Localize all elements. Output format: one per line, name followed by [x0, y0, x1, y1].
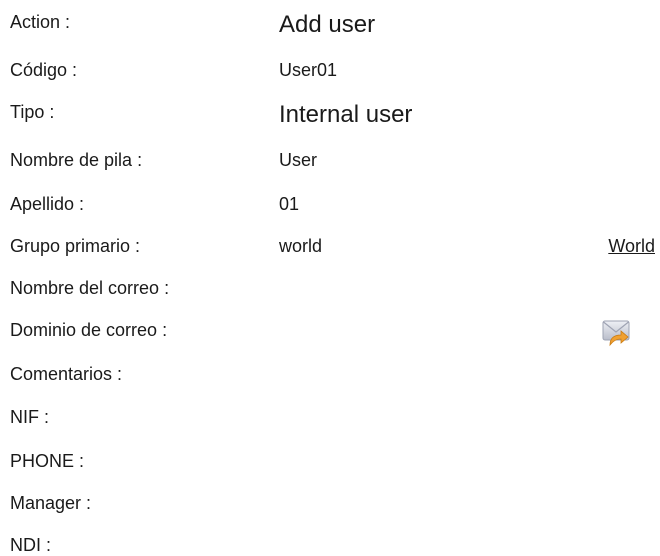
- codigo-label: Código :: [10, 60, 78, 80]
- row-nombre-pila: Nombre de pila : User: [0, 148, 660, 178]
- row-comentarios: Comentarios :: [0, 362, 660, 392]
- grupo-primario-label: Grupo primario :: [10, 236, 141, 256]
- nombre-pila-label: Nombre de pila :: [10, 150, 143, 170]
- tipo-label: Tipo :: [10, 102, 55, 122]
- row-codigo: Código : User01: [0, 58, 660, 88]
- dominio-correo-label: Dominio de correo :: [10, 320, 168, 340]
- row-nombre-correo: Nombre del correo :: [0, 276, 660, 306]
- nif-label: NIF :: [10, 407, 49, 427]
- row-manager: Manager :: [0, 491, 660, 521]
- apellido-label: Apellido :: [10, 194, 85, 214]
- row-dominio-correo: Dominio de correo :: [0, 318, 660, 348]
- action-label: Action :: [10, 12, 71, 32]
- row-nif: NIF :: [0, 405, 660, 435]
- phone-label: PHONE :: [10, 451, 85, 471]
- apellido-value: 01: [279, 194, 300, 214]
- world-group-link[interactable]: World: [608, 234, 655, 258]
- user-form: Action : Add user Código : User01 Tipo :…: [0, 0, 660, 556]
- tipo-value: Internal user: [279, 101, 413, 128]
- grupo-primario-value: world: [279, 236, 323, 256]
- codigo-value: User01: [279, 60, 338, 80]
- manager-label: Manager :: [10, 493, 92, 513]
- nombre-correo-label: Nombre del correo :: [10, 278, 170, 298]
- row-action: Action : Add user: [0, 10, 660, 40]
- row-phone: PHONE :: [0, 449, 660, 479]
- nombre-pila-value: User: [279, 150, 318, 170]
- ndi-label: NDI :: [10, 535, 52, 555]
- row-grupo-primario: Grupo primario : world World: [0, 234, 660, 264]
- row-ndi: NDI :: [0, 533, 660, 556]
- row-tipo: Tipo : Internal user: [0, 100, 660, 130]
- mail-reply-icon[interactable]: [600, 318, 636, 348]
- comentarios-label: Comentarios :: [10, 364, 123, 384]
- row-apellido: Apellido : 01: [0, 192, 660, 222]
- action-value: Add user: [279, 11, 376, 38]
